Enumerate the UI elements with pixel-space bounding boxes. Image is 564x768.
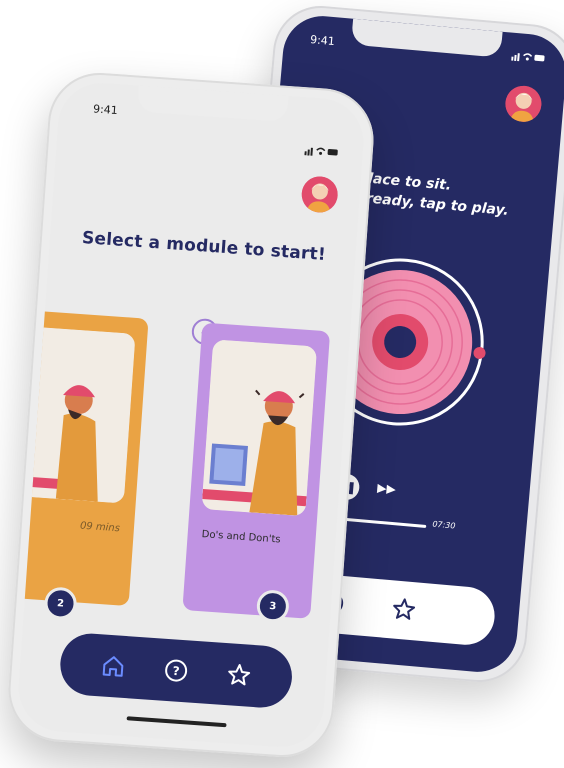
status-icons <box>511 51 546 64</box>
modules-phone: 9:41 Select a module to start! 09 mins 2… <box>5 69 377 761</box>
status-time: 9:41 <box>92 102 119 118</box>
help-icon[interactable]: ? <box>162 657 190 685</box>
star-icon[interactable] <box>390 595 418 623</box>
avatar[interactable] <box>300 175 339 214</box>
modules-screen: 9:41 Select a module to start! 09 mins 2… <box>15 80 367 750</box>
status-time: 9:41 <box>309 33 336 49</box>
svg-text:?: ? <box>172 664 180 678</box>
module-illustration <box>201 339 318 517</box>
module-card-2[interactable]: 09 mins <box>15 309 149 607</box>
status-icons <box>304 145 339 157</box>
module-duration: 09 mins <box>79 520 121 535</box>
time-elapsed: 07:30 <box>432 519 456 531</box>
notch <box>137 85 289 122</box>
bottom-nav: ? <box>58 631 295 710</box>
avatar[interactable] <box>503 84 543 124</box>
module-title: Do's and Don'ts <box>201 529 281 546</box>
fast-forward-icon[interactable]: ▶▶ <box>377 481 397 497</box>
module-illustration <box>15 325 136 504</box>
star-icon[interactable] <box>225 661 253 689</box>
home-indicator <box>126 716 227 728</box>
page-title: Select a module to start! <box>81 227 327 265</box>
module-card-3[interactable]: Do's and Don'ts <box>182 322 331 619</box>
home-icon[interactable] <box>99 652 127 680</box>
notch <box>350 18 503 58</box>
